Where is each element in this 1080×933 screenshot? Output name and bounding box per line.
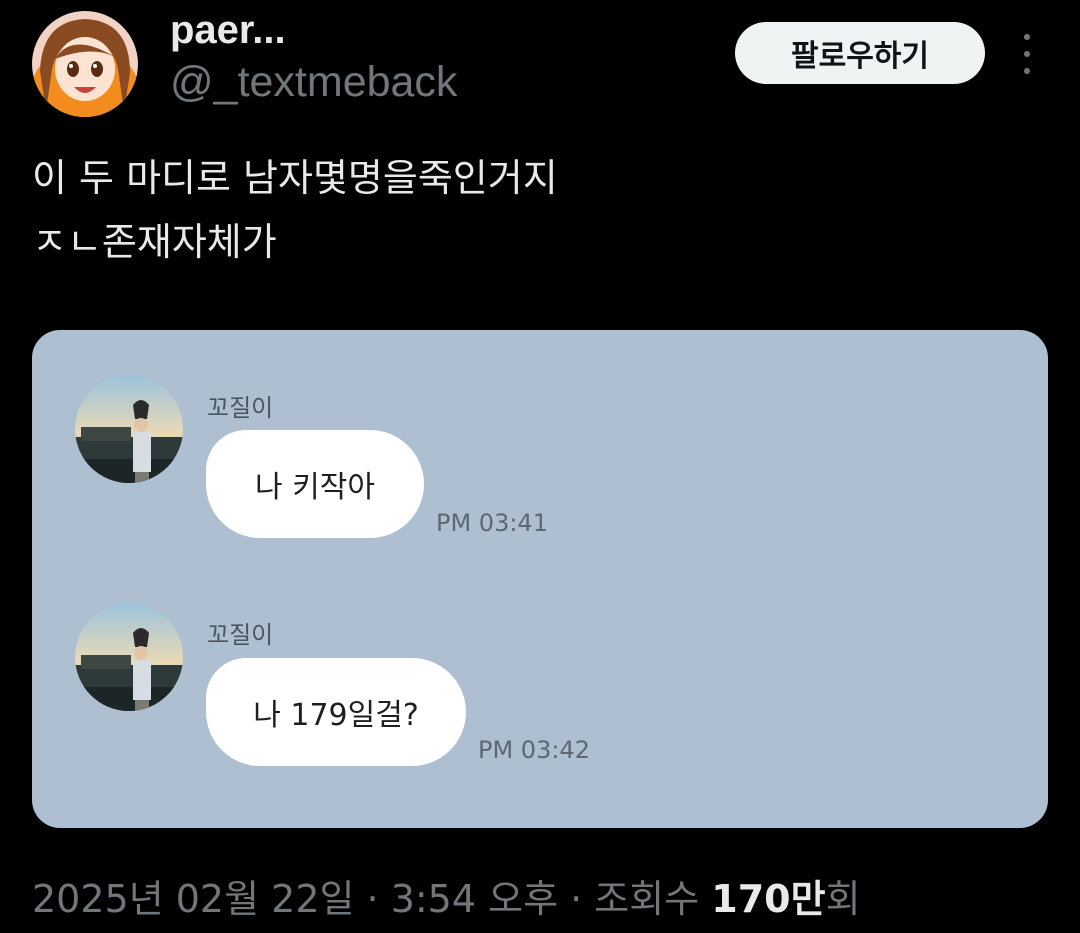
- meta-separator: ·: [558, 877, 595, 921]
- chat-message-time: PM 03:42: [478, 736, 590, 764]
- author-display-name[interactable]: paer...: [170, 8, 286, 53]
- views-label: 조회수: [594, 877, 712, 921]
- author-handle[interactable]: @_textmeback: [170, 58, 457, 107]
- tweet-time[interactable]: 3:54 오후: [391, 877, 558, 921]
- tweet-media-image[interactable]: 꼬질이 나 키작아 PM 03:41 꼬질이 나 179일걸? PM 03:42: [32, 330, 1048, 828]
- views-suffix: 회: [825, 877, 861, 921]
- chat-sender-name: 꼬질이: [207, 621, 274, 649]
- tweet-text: 이 두 마디로 남자몇명을죽인거지 ㅈㄴ존재자체가: [32, 156, 558, 264]
- tweet-meta: 2025년 02월 22일 · 3:54 오후 · 조회수 170만회: [32, 868, 861, 923]
- chat-sender-name: 꼬질이: [207, 394, 274, 422]
- chat-avatar: [75, 603, 183, 711]
- chat-avatar: [75, 375, 183, 483]
- chat-message-bubble: 나 179일걸?: [206, 658, 466, 766]
- views-count: 170만: [711, 877, 826, 921]
- chat-message-time: PM 03:41: [436, 509, 548, 537]
- author-avatar[interactable]: [32, 11, 138, 117]
- chat-message-bubble: 나 키작아: [206, 430, 424, 538]
- follow-button[interactable]: 팔로우하기: [735, 22, 985, 84]
- meta-separator: ·: [354, 877, 391, 921]
- tweet-date[interactable]: 2025년 02월 22일: [32, 877, 354, 921]
- more-vertical-icon[interactable]: [1014, 34, 1040, 74]
